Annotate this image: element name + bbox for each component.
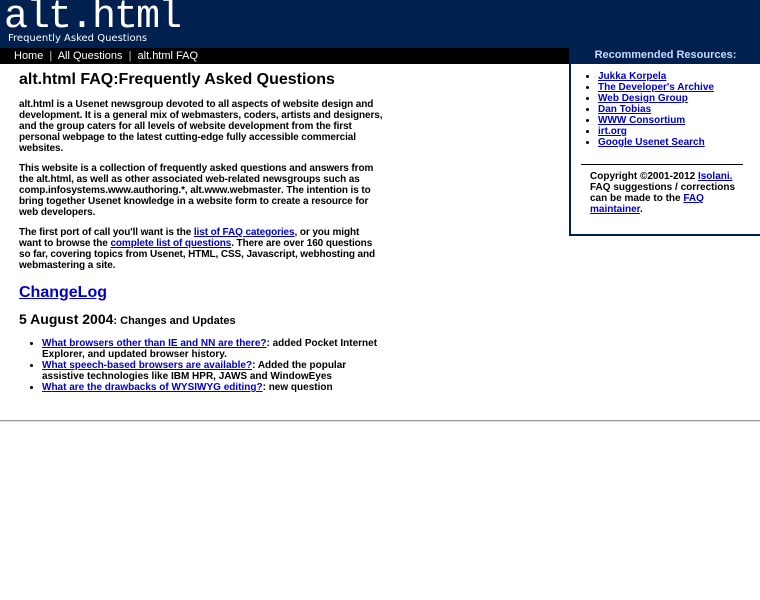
collection-text: , as well as other associated web-relate… [71,174,360,185]
list-item: irt.org [598,126,760,137]
resources-list: Jukka Korpela The Developer's Archive We… [571,71,760,148]
list-item: What are the drawbacks of WYSIWYG editin… [42,382,383,393]
copyright-block: Copyright ©2001-2012 Isolani. FAQ sugges… [581,164,743,215]
first-port-paragraph: The first port of call you'll want is th… [19,227,383,271]
changelog-subtitle: : Changes and Updates [113,315,236,327]
changelog-date-heading: 5 August 2004: Changes and Updates [19,311,383,329]
list-item: Web Design Group [598,93,760,104]
intro-text: is a Usenet newsgroup devoted to all asp… [19,99,383,154]
change-link-speech[interactable]: What speech-based browsers are available… [42,360,252,371]
resource-link-developers-archive[interactable]: The Developer's Archive [598,82,714,93]
nav-all-questions-link[interactable]: All Questions [58,50,123,62]
main-content: alt.html FAQ:Frequently Asked Questions … [19,70,383,393]
list-item: What speech-based browsers are available… [42,360,383,382]
resource-link-google-usenet[interactable]: Google Usenet Search [598,137,705,148]
newsgroup-name: alt.html [19,99,54,110]
site-tagline: Frequently Asked Questions [8,33,148,44]
faq-categories-link[interactable]: list of FAQ categories [194,227,295,238]
list-item: Dan Tobias [598,104,760,115]
breadcrumb-nav: Home | All Questions | alt.html FAQ [0,48,570,64]
isolani-link[interactable]: Isolani. [698,171,732,182]
nav-faq-link[interactable]: alt.html FAQ [138,50,199,62]
copyright-text: Copyright ©2001-2012 [590,171,698,182]
change-link-wysiwyg[interactable]: What are the drawbacks of WYSIWYG editin… [42,382,263,393]
site-header: alt.html Frequently Asked Questions [0,0,760,48]
list-item: WWW Consortium [598,115,760,126]
list-item: Google Usenet Search [598,137,760,148]
changelog-heading: ChangeLog [19,283,383,303]
change-link-browsers[interactable]: What browsers other than IE and NN are t… [42,338,266,349]
first-port-text: The first port of call you'll want is th… [19,227,194,238]
resource-link-jukka[interactable]: Jukka Korpela [598,71,666,82]
page-title: alt.html FAQ:Frequently Asked Questions [19,71,335,88]
intro-paragraph: alt.html is a Usenet newsgroup devoted t… [19,99,383,154]
changes-list: What browsers other than IE and NN are t… [19,338,383,393]
resource-link-irt[interactable]: irt.org [598,126,627,137]
resource-link-w3c[interactable]: WWW Consortium [598,115,685,126]
suggestions-text: FAQ suggestions / corrections can be mad… [590,182,736,204]
nav-separator: | [49,50,53,62]
list-item: What browsers other than IE and NN are t… [42,338,383,360]
sidebar-title: Recommended Resources: [571,48,760,64]
resource-link-wdg[interactable]: Web Design Group [598,93,688,104]
newsgroup-name: comp.infosystems.www.authoring.* [19,185,185,196]
list-item: Jukka Korpela [598,71,760,82]
resource-link-dan-tobias[interactable]: Dan Tobias [598,104,651,115]
footer-divider [0,420,760,422]
list-item: The Developer's Archive [598,82,760,93]
nav-separator: | [128,50,132,62]
suggestions-end: . [640,204,643,215]
nav-home-link[interactable]: Home [14,50,43,62]
collection-paragraph: This website is a collection of frequent… [19,163,383,218]
newsgroup-name: alt.www.webmaster [190,185,282,196]
changelog-link[interactable]: ChangeLog [19,284,107,301]
change-text: : new question [262,382,333,393]
resources-sidebar: Recommended Resources: Jukka Korpela The… [569,48,760,236]
changelog-date: 5 August 2004 [19,311,114,327]
newsgroup-name: alt.html [36,174,72,185]
complete-questions-link[interactable]: complete list of questions [110,238,231,249]
